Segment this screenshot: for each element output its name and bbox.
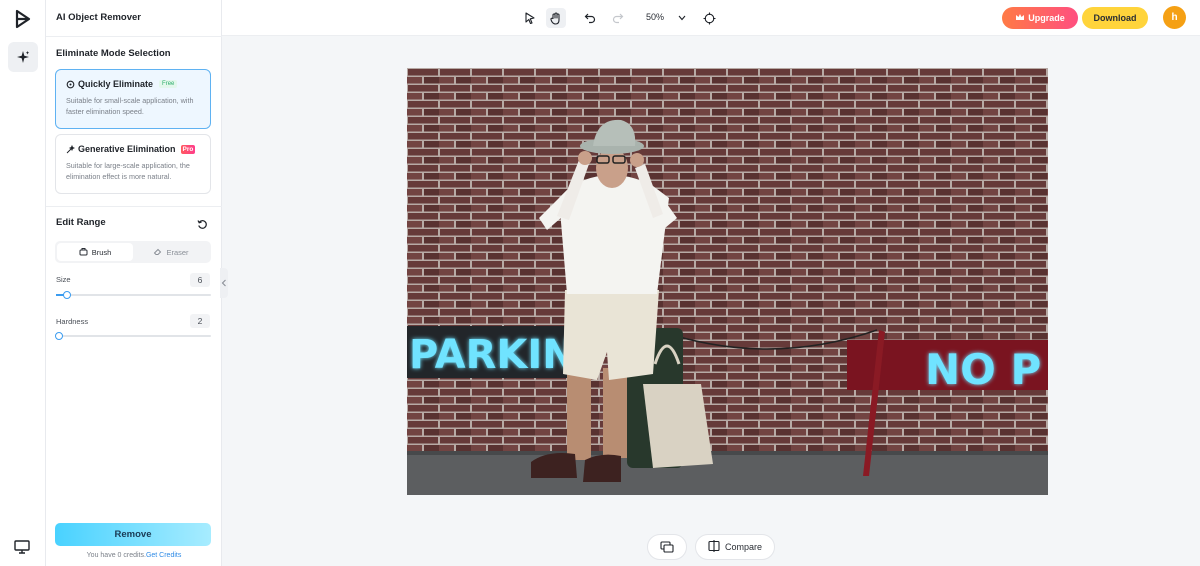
chevron-left-icon [221,279,226,287]
upgrade-button[interactable]: Upgrade [1002,7,1078,29]
image-swap-icon [660,541,674,553]
hardness-value[interactable]: 2 [190,314,210,328]
hardness-slider[interactable] [55,332,211,340]
chevron-down-icon[interactable] [672,8,692,28]
size-slider[interactable] [56,291,211,299]
quick-eliminate-icon [66,80,75,89]
ai-tool-sparkle-icon[interactable] [8,42,38,72]
hand-pan-icon[interactable] [546,8,566,28]
compare-label: Compare [724,542,762,552]
free-badge: Free [159,80,178,88]
brush-tab[interactable]: Brush [57,243,133,261]
mode-description: Suitable for small-scale application, wi… [66,96,194,116]
size-label: Size [56,275,71,284]
mode-label: Generative Elimination [78,144,176,154]
mode-description: Suitable for large-scale application, th… [66,161,190,181]
preview-toggle-button[interactable] [647,534,687,560]
size-value[interactable]: 6 [190,273,210,287]
credits-text: You have 0 credits. [86,552,146,559]
eraser-tab[interactable]: Eraser [133,243,209,261]
generative-icon [66,144,76,154]
fit-to-screen-icon[interactable] [699,8,719,28]
eraser-icon [153,247,162,258]
brush-label: Brush [91,247,112,257]
select-arrow-icon[interactable] [520,8,540,28]
desktop-app-icon[interactable] [14,540,32,556]
collapse-panel-button[interactable] [220,268,228,298]
brush-icon [79,247,88,258]
divider [46,206,222,207]
remove-button[interactable]: Remove [55,523,211,546]
download-button[interactable]: Download [1082,7,1148,29]
avatar[interactable]: h [1163,6,1186,29]
pro-badge: Pro [180,144,196,154]
size-slider-knob[interactable] [62,291,71,299]
zoom-level[interactable]: 50% [646,12,664,22]
parking-sign-text: PARKIN [409,332,576,378]
divider [46,36,222,37]
top-toolbar: 50% Upgrade Download h [222,0,1200,36]
brush-eraser-toggle: Brush Eraser [55,241,211,263]
hardness-label: Hardness [56,317,89,326]
app-logo-icon[interactable] [12,8,34,30]
app-title: AI Object Remover [56,12,141,23]
settings-panel: AI Object Remover Eliminate Mode Selecti… [46,0,222,566]
hardness-slider-knob[interactable] [55,332,63,340]
mode-section-title: Eliminate Mode Selection [56,48,171,59]
icon-rail [0,0,46,566]
no-parking-sign-text: NO P [925,345,1041,394]
compare-button[interactable]: Compare [695,534,775,560]
reset-icon[interactable] [197,217,209,229]
compare-icon [708,540,720,554]
crown-icon [1015,13,1025,23]
upgrade-label: Upgrade [1028,13,1065,23]
mode-label: Quickly Eliminate [78,79,154,89]
eraser-label: Eraser [166,247,189,257]
image-canvas[interactable]: PARKIN NO P [407,68,1048,495]
redo-icon[interactable] [608,8,628,28]
photo-image: PARKIN NO P [407,68,1048,495]
get-credits-link[interactable]: Get Credits [146,552,181,559]
mode-card-quickly-eliminate[interactable]: Quickly Eliminate Free Suitable for smal… [55,69,211,129]
edit-range-title: Edit Range [56,217,106,228]
undo-icon[interactable] [580,8,600,28]
mode-card-generative-elimination[interactable]: Generative Elimination Pro Suitable for … [55,134,211,194]
credits-info: You have 0 credits.Get Credits [46,552,222,559]
